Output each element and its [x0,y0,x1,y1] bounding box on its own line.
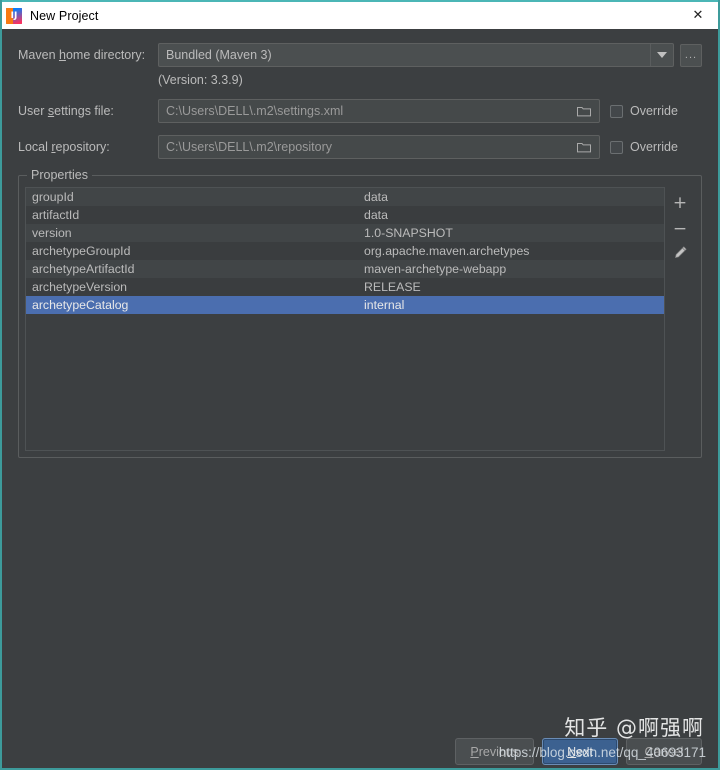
cancel-post: ancel [653,744,684,759]
remove-property-button[interactable]: − [668,217,692,241]
user-settings-input[interactable]: C:\Users\DELL\.m2\settings.xml [158,99,600,123]
next-button[interactable]: Next [542,738,618,765]
property-value: maven-archetype-webapp [364,262,507,276]
local-repository-row: Local repository: C:\Users\DELL\.m2\repo… [18,135,702,159]
user-settings-override-label: Override [630,104,678,118]
intellij-idea-icon: IJ [6,7,22,24]
local-repository-label: Local repository: [18,140,158,154]
properties-table[interactable]: groupId data artifactId data version 1.0-SNAP… [25,187,665,451]
table-row[interactable]: archetypeArtifactId maven-archetype-webap… [26,260,664,278]
new-project-dialog: IJ New Project ✕ Maven home directory: B… [0,0,720,770]
table-row[interactable]: archetypeGroupId org.apache.maven.archety… [26,242,664,260]
user-settings-label: User settings file: [18,104,158,118]
dialog-title: New Project [30,8,99,23]
property-name: archetypeArtifactId [32,262,135,276]
property-value: org.apache.maven.archetypes [364,244,530,258]
maven-home-label: Maven home directory: [18,48,158,62]
folder-icon[interactable] [575,140,593,154]
table-row[interactable]: artifactId data [26,206,664,224]
property-name: artifactId [32,208,80,222]
close-icon[interactable]: ✕ [676,2,718,29]
cancel-button[interactable]: Cancel [626,738,702,765]
table-row[interactable]: groupId data [26,188,664,206]
property-value: data [364,208,388,222]
property-name: archetypeCatalog [32,298,129,312]
properties-legend: Properties [27,168,92,182]
edit-property-button[interactable] [668,243,692,267]
next-post: ext [576,744,593,759]
add-property-button[interactable]: + [668,191,692,215]
property-name: version [32,226,72,240]
cancel-mnemonic: C [644,744,654,759]
properties-table-area: groupId data artifactId data version 1.0-SNAP… [25,187,695,451]
property-value: 1.0-SNAPSHOT [364,226,453,240]
local-repository-override[interactable]: Override [610,140,702,154]
folder-icon[interactable] [575,104,593,118]
property-name: groupId [32,190,74,204]
title-bar: IJ New Project ✕ [2,0,718,29]
local-repository-label-post: epository: [55,140,110,154]
property-value: data [364,190,388,204]
property-name: archetypeGroupId [32,244,131,258]
user-settings-label-post: ettings file: [54,104,114,118]
plus-icon: + [672,192,688,213]
maven-home-browse-button[interactable]: ... [680,43,702,67]
user-settings-row: User settings file: C:\Users\DELL\.m2\se… [18,99,702,123]
properties-toolbar: + − [665,187,695,451]
maven-home-combobox[interactable]: Bundled (Maven 3) [158,43,674,67]
maven-home-row: Maven home directory: Bundled (Maven 3) … [18,43,702,67]
maven-home-label-post: ome directory: [65,48,146,62]
table-row[interactable]: archetypeVersion RELEASE [26,278,664,296]
maven-home-label-pre: Maven [18,48,59,62]
dialog-content: Maven home directory: Bundled (Maven 3) … [2,43,718,768]
property-name: archetypeVersion [32,280,128,294]
next-mnemonic: N [567,744,577,759]
user-settings-label-pre: User [18,104,48,118]
user-settings-override-checkbox[interactable] [610,104,623,118]
maven-version-note: (Version: 3.3.9) [158,73,243,87]
maven-home-label-mnemonic: h [59,48,66,62]
table-row[interactable]: version 1.0-SNAPSHOT [26,224,664,242]
maven-version-row: (Version: 3.3.9) [18,73,702,87]
app-icon-glyph: IJ [10,10,18,21]
dialog-footer: Previous Next Cancel [18,738,702,765]
user-settings-override[interactable]: Override [610,104,702,118]
local-repository-input[interactable]: C:\Users\DELL\.m2\repository [158,135,600,159]
local-repository-override-checkbox[interactable] [610,140,623,154]
property-value: RELEASE [364,280,421,294]
local-repository-label-pre: Local [18,140,52,154]
pencil-icon [673,245,688,265]
minus-icon: − [672,218,688,239]
local-repository-override-label: Override [630,140,678,154]
chevron-down-icon[interactable] [650,44,672,66]
previous-post: revious [478,744,519,759]
table-row[interactable]: archetypeCatalog internal [26,296,664,314]
maven-home-value: Bundled (Maven 3) [166,48,272,62]
local-repository-value: C:\Users\DELL\.m2\repository [166,140,333,154]
properties-group: Properties groupId data artifactId data vers… [18,168,702,458]
property-value: internal [364,298,405,312]
version-spacer [18,73,158,87]
previous-button[interactable]: Previous [455,738,534,765]
user-settings-value: C:\Users\DELL\.m2\settings.xml [166,104,344,118]
previous-mnemonic: P [470,744,479,759]
